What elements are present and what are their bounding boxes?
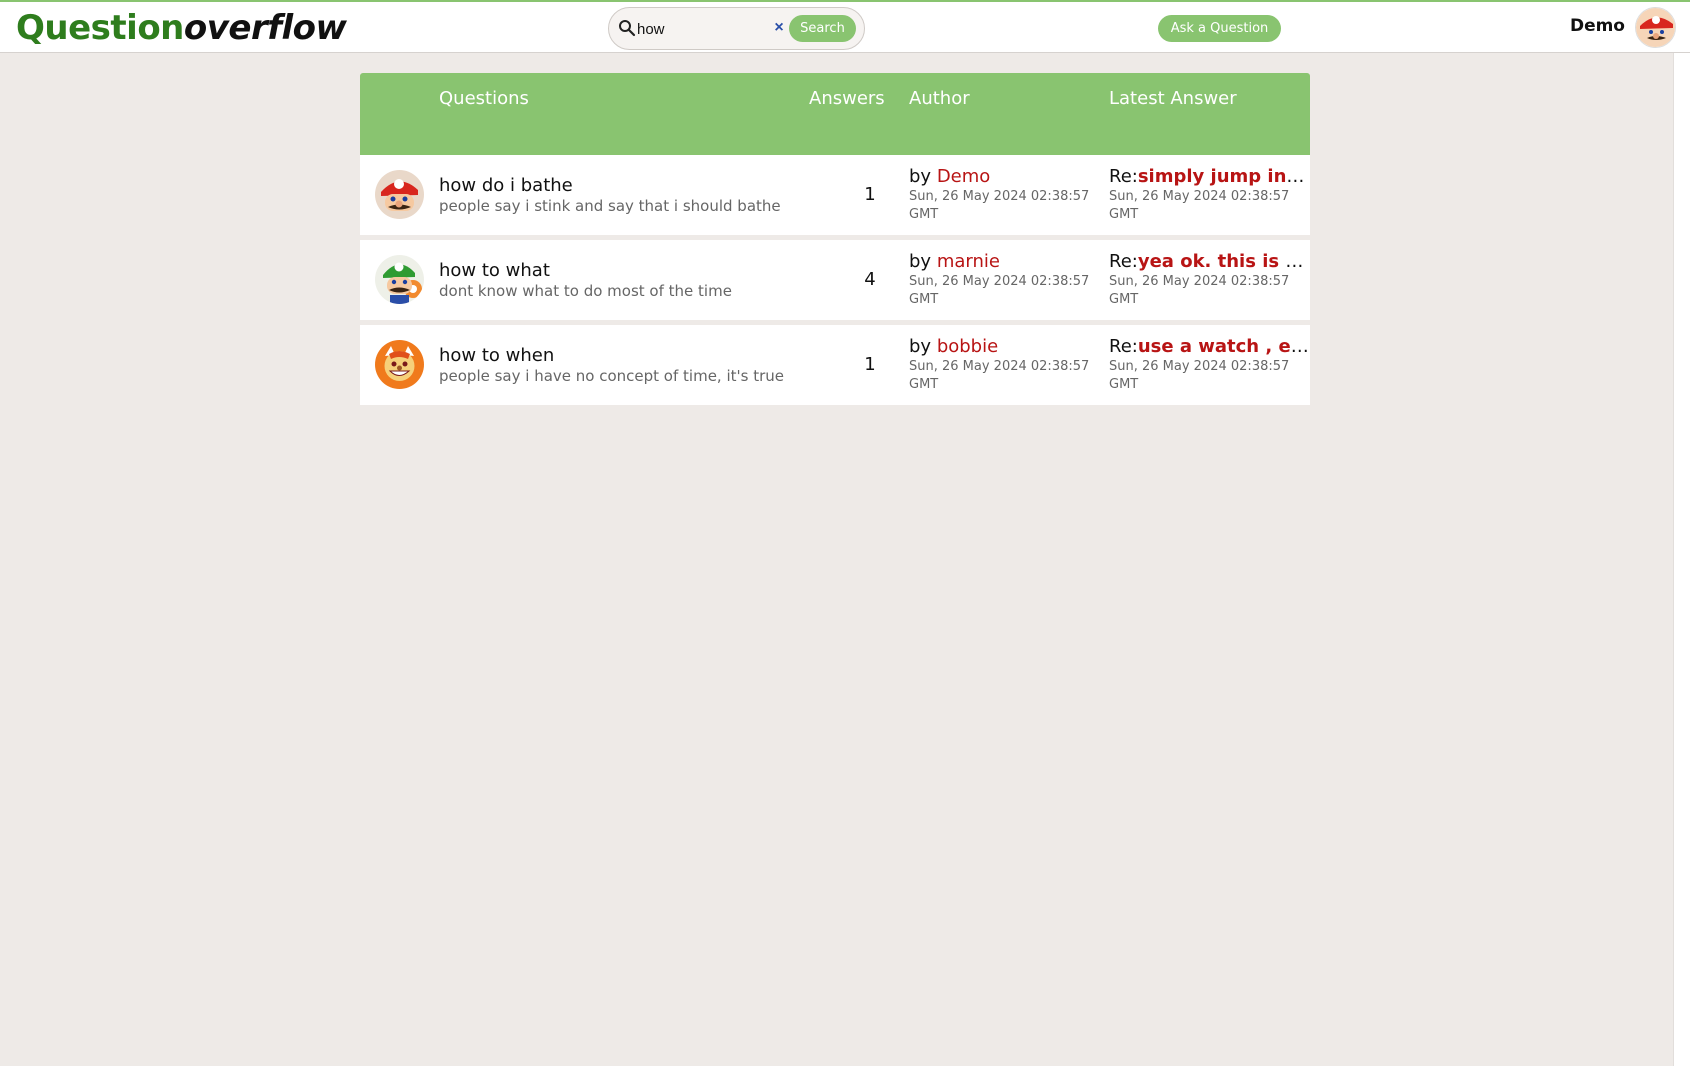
latest-answer: Re:use a watch , eas... (1109, 336, 1309, 357)
bowser-avatar-icon (375, 340, 424, 389)
answer-count: 4 (864, 269, 876, 290)
search-button[interactable]: Search (789, 15, 856, 42)
author-avatar (375, 255, 424, 304)
question-title[interactable]: how to when (439, 345, 799, 366)
header-latest-answer: Latest Answer (1109, 88, 1237, 109)
user-name[interactable]: Demo (1560, 16, 1625, 36)
site-logo[interactable]: Questionoverflow (16, 6, 347, 50)
mario-avatar-icon (1636, 8, 1675, 47)
question-body: people say i stink and say that i should… (439, 197, 781, 215)
search-icon (619, 20, 636, 37)
scrollbar[interactable] (1673, 53, 1690, 1066)
author-line: by bobbie (909, 336, 1099, 357)
latest-answer: Re:yea ok. this is rig... (1109, 251, 1309, 272)
re-label: Re: (1109, 251, 1138, 272)
author-line: by Demo (909, 166, 1099, 187)
search-input[interactable] (637, 17, 777, 41)
question-date: Sun, 26 May 2024 02:38:57 GMT (909, 274, 1090, 307)
author-avatar (375, 170, 424, 219)
question-body: people say i have no concept of time, it… (439, 367, 784, 385)
latest-answer-date: Sun, 26 May 2024 02:38:57 GMT (1109, 359, 1290, 392)
latest-answer-link[interactable]: use a watch , eas... (1138, 336, 1309, 357)
header-questions: Questions (439, 88, 529, 109)
question-title[interactable]: how do i bathe (439, 175, 799, 196)
table-row[interactable]: how to what dont know what to do most of… (360, 240, 1310, 320)
by-label: by (909, 336, 932, 357)
answer-count: 1 (864, 184, 876, 205)
latest-answer-link[interactable]: simply jump insi... (1138, 166, 1309, 187)
luigi-avatar-icon (375, 255, 424, 304)
author-link[interactable]: Demo (937, 166, 990, 187)
latest-answer: Re:simply jump insi... (1109, 166, 1309, 187)
header-answers: Answers (809, 88, 885, 109)
mario-avatar-icon (375, 170, 424, 219)
author-link[interactable]: marnie (937, 251, 1000, 272)
questions-table: Questions Answers Author Latest Answer h… (360, 73, 1310, 410)
header-author: Author (909, 88, 970, 109)
re-label: Re: (1109, 336, 1138, 357)
logo-overflow: overflow (183, 8, 347, 48)
author-line: by marnie (909, 251, 1099, 272)
latest-answer-link[interactable]: yea ok. this is rig... (1138, 251, 1309, 272)
latest-answer-date: Sun, 26 May 2024 02:38:57 GMT (1109, 274, 1290, 307)
question-title[interactable]: how to what (439, 260, 799, 281)
author-link[interactable]: bobbie (937, 336, 998, 357)
re-label: Re: (1109, 166, 1138, 187)
question-body: dont know what to do most of the time (439, 282, 732, 300)
top-navbar: Questionoverflow × Search Ask a Question… (0, 0, 1690, 53)
by-label: by (909, 166, 932, 187)
table-row[interactable]: how do i bathe people say i stink and sa… (360, 155, 1310, 235)
by-label: by (909, 251, 932, 272)
table-row[interactable]: how to when people say i have no concept… (360, 325, 1310, 405)
ask-question-button[interactable]: Ask a Question (1158, 15, 1281, 42)
latest-answer-date: Sun, 26 May 2024 02:38:57 GMT (1109, 189, 1290, 222)
author-avatar (375, 340, 424, 389)
answer-count: 1 (864, 354, 876, 375)
question-date: Sun, 26 May 2024 02:38:57 GMT (909, 189, 1090, 222)
search-bar: × Search (608, 7, 865, 50)
logo-question: Question (16, 8, 184, 48)
question-date: Sun, 26 May 2024 02:38:57 GMT (909, 359, 1090, 392)
user-avatar[interactable] (1635, 7, 1676, 48)
clear-search-icon[interactable]: × (772, 20, 786, 36)
table-header: Questions Answers Author Latest Answer (360, 73, 1310, 155)
